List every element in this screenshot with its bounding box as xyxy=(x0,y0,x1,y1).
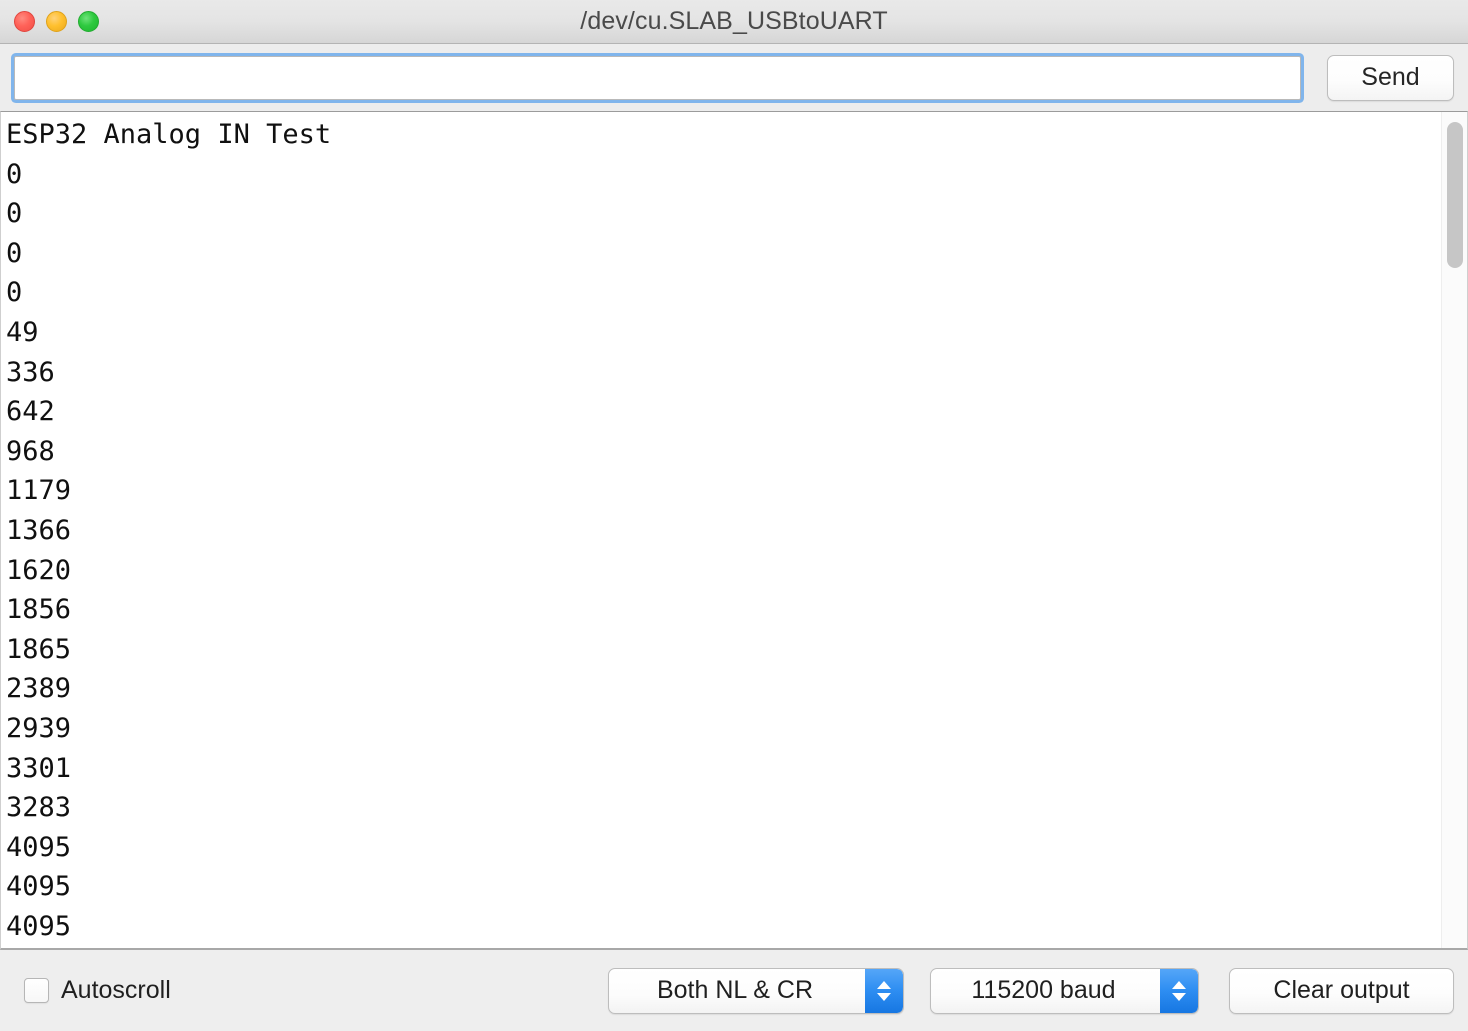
bottom-toolbar: Autoscroll Both NL & CR 115200 baud Clea… xyxy=(0,950,1468,1031)
send-button[interactable]: Send xyxy=(1327,54,1454,101)
clear-output-button[interactable]: Clear output xyxy=(1229,967,1454,1014)
output-scrollbar-thumb[interactable] xyxy=(1447,122,1463,268)
baud-rate-value: 115200 baud xyxy=(971,976,1116,1004)
close-window-button[interactable] xyxy=(14,11,35,32)
serial-output-text: ESP32 Analog IN Test 0 0 0 0 49 336 642 … xyxy=(6,119,332,942)
send-bar: Send xyxy=(0,44,1468,111)
chevron-down-icon xyxy=(1172,992,1186,1001)
chevron-updown-icon[interactable] xyxy=(1160,968,1198,1013)
autoscroll-toggle[interactable]: Autoscroll xyxy=(24,976,171,1005)
chevron-up-icon xyxy=(1172,980,1186,989)
title-bar: /dev/cu.SLAB_USBtoUART xyxy=(0,0,1468,44)
minimize-window-button[interactable] xyxy=(46,11,67,32)
output-scrollbar[interactable] xyxy=(1441,112,1467,948)
line-ending-value: Both NL & CR xyxy=(656,976,814,1004)
serial-monitor-window: /dev/cu.SLAB_USBtoUART Send ESP32 Analog… xyxy=(0,0,1468,1031)
serial-output-panel[interactable]: ESP32 Analog IN Test 0 0 0 0 49 336 642 … xyxy=(0,111,1468,950)
send-input[interactable] xyxy=(14,55,1301,100)
autoscroll-label: Autoscroll xyxy=(61,976,171,1004)
chevron-up-icon xyxy=(877,980,891,989)
baud-rate-select[interactable]: 115200 baud xyxy=(930,967,1199,1014)
line-ending-select[interactable]: Both NL & CR xyxy=(608,967,904,1014)
chevron-down-icon xyxy=(877,992,891,1001)
chevron-updown-icon[interactable] xyxy=(865,968,903,1013)
autoscroll-checkbox[interactable] xyxy=(24,978,49,1003)
window-title: /dev/cu.SLAB_USBtoUART xyxy=(580,7,888,35)
window-controls xyxy=(14,0,99,43)
maximize-window-button[interactable] xyxy=(78,11,99,32)
send-input-wrapper xyxy=(14,55,1301,100)
